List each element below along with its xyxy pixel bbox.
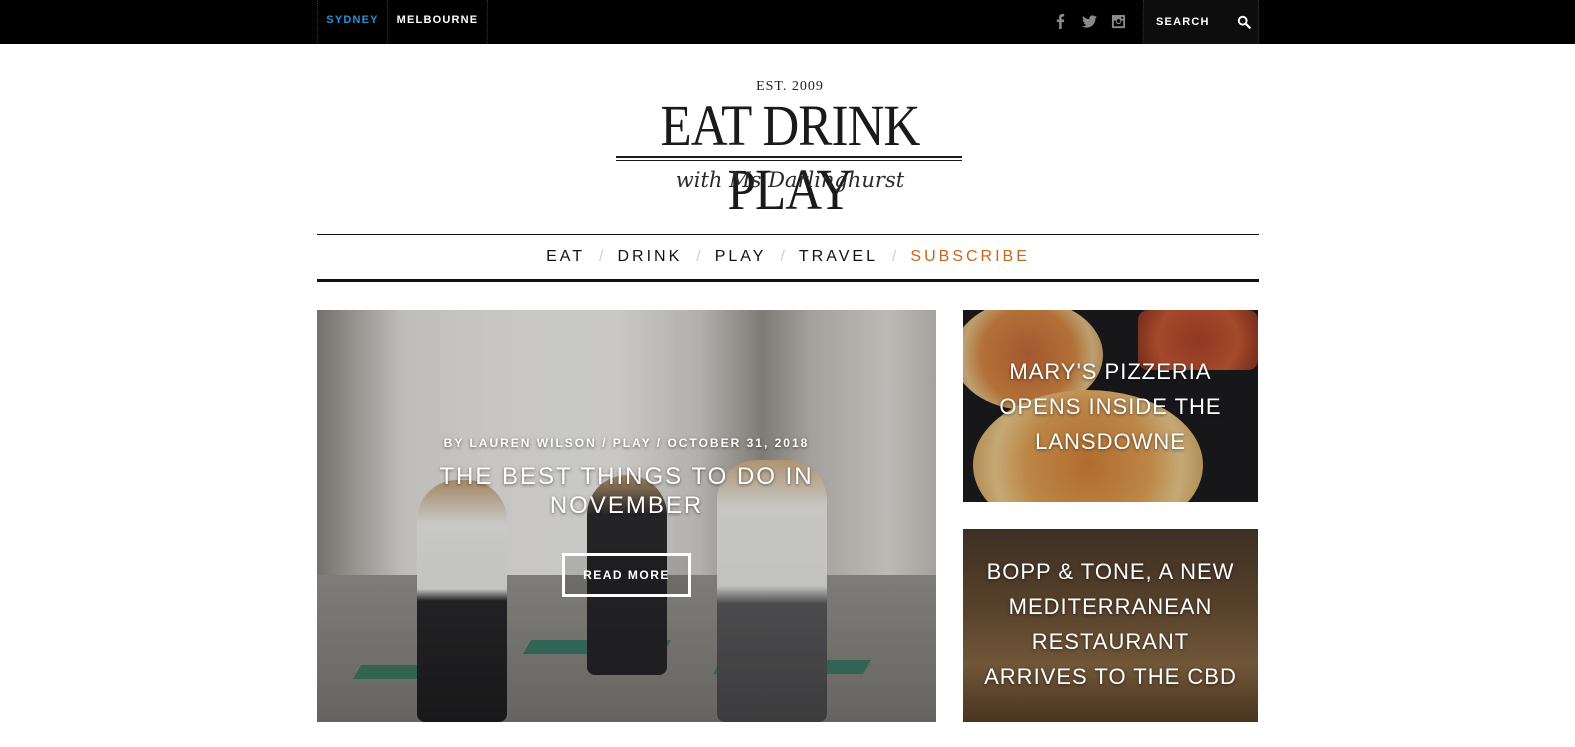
featured-post-main[interactable]: BY LAUREN WILSON / PLAY / OCTOBER 31, 20…	[317, 310, 936, 722]
nav-item-eat[interactable]: EAT	[546, 248, 585, 266]
logo-rule	[616, 156, 962, 158]
nav-bottom-rule	[317, 279, 1259, 282]
search-box	[1143, 0, 1259, 44]
nav-item-drink[interactable]: DRINK	[617, 248, 682, 266]
featured-post-side-1[interactable]: MARY'S PIZZERIA OPENS INSIDE THE LANSDOW…	[963, 310, 1258, 502]
top-bar: SYDNEY MELBOURNE	[0, 0, 1575, 44]
twitter-icon[interactable]	[1079, 11, 1099, 31]
nav-item-subscribe[interactable]: SUBSCRIBE	[910, 248, 1029, 266]
logo-tagline: with Ms Darlinghurst	[675, 168, 905, 192]
read-more-button[interactable]: READ MORE	[562, 553, 691, 597]
nav-separator: /	[696, 248, 701, 265]
instagram-icon[interactable]	[1108, 11, 1128, 31]
top-bar-inner: SYDNEY MELBOURNE	[317, 0, 1259, 44]
search-icon[interactable]	[1234, 12, 1254, 32]
nav-item-travel[interactable]: TRAVEL	[799, 248, 878, 266]
logo-title: EAT DRINK PLAY	[660, 93, 920, 222]
logo-rule-thin	[616, 160, 962, 161]
post-meta: BY LAUREN WILSON / PLAY / OCTOBER 31, 20…	[443, 436, 810, 450]
featured-post-side-2[interactable]: BOPP & TONE, A NEW MEDITERRANEAN RESTAUR…	[963, 529, 1258, 722]
post-title[interactable]: THE BEST THINGS TO DO IN NOVEMBER	[427, 462, 826, 520]
nav-item-play[interactable]: PLAY	[715, 248, 767, 266]
search-input[interactable]	[1156, 12, 1232, 32]
nav-separator: /	[780, 248, 785, 265]
main-nav: EAT / DRINK / PLAY / TRAVEL / SUBSCRIBE	[317, 235, 1259, 279]
city-link-sydney[interactable]: SYDNEY	[317, 0, 388, 44]
post-title[interactable]: MARY'S PIZZERIA OPENS INSIDE THE LANSDOW…	[983, 354, 1238, 459]
site-logo[interactable]: EST. 2009 EAT DRINK PLAY with Ms Darling…	[600, 76, 980, 222]
post-title[interactable]: BOPP & TONE, A NEW MEDITERRANEAN RESTAUR…	[983, 554, 1238, 694]
nav-separator: /	[891, 248, 897, 265]
nav-separator: /	[599, 248, 604, 265]
city-link-melbourne[interactable]: MELBOURNE	[388, 0, 488, 44]
facebook-icon[interactable]	[1050, 11, 1070, 31]
